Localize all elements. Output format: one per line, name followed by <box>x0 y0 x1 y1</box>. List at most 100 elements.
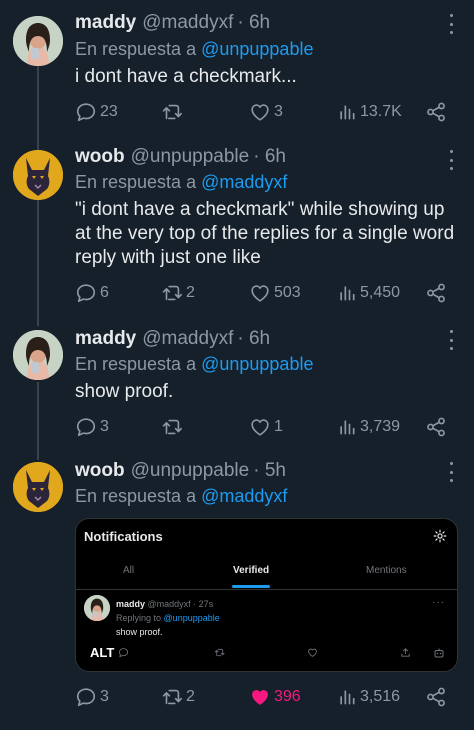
notifications-title: Notifications <box>84 529 163 544</box>
reply-context: En respuesta a @unpuppable <box>75 39 313 60</box>
views-icon <box>337 102 357 122</box>
reply-count: 3 <box>100 688 109 705</box>
share-icon <box>425 686 447 708</box>
like-button[interactable]: 396 <box>249 683 301 711</box>
like-button[interactable]: 1 <box>249 413 283 441</box>
reply-icon <box>118 647 129 658</box>
author-name[interactable]: woob <box>75 146 125 168</box>
view-count: 3,516 <box>360 688 401 705</box>
shot-handle: @maddyxf · 27s <box>147 599 214 609</box>
like-button[interactable]: 3 <box>249 98 283 126</box>
action-bar: 3 2 396 3,516 <box>75 683 455 711</box>
views-icon <box>337 283 357 303</box>
views-button[interactable]: 13.7K <box>337 98 402 126</box>
retweet-icon <box>161 416 183 438</box>
like-button[interactable]: 503 <box>249 279 301 307</box>
share-button[interactable] <box>425 413 447 441</box>
reply-mention[interactable]: @unpuppable <box>201 354 313 374</box>
like-count: 396 <box>274 688 301 705</box>
reply-button[interactable]: 23 <box>75 98 118 126</box>
heart-filled-icon <box>249 686 271 708</box>
more-icon[interactable] <box>448 150 454 170</box>
reply-label: En respuesta a <box>75 172 197 192</box>
reply-context: En respuesta a @maddyxf <box>75 172 287 193</box>
timestamp[interactable]: · 6h <box>253 146 286 168</box>
views-icon <box>337 417 357 437</box>
views-button[interactable]: 3,516 <box>337 683 400 711</box>
avatar[interactable] <box>13 150 63 200</box>
action-bar: 23 3 13.7K <box>75 98 455 126</box>
views-icon <box>337 687 357 707</box>
share-button[interactable] <box>425 279 447 307</box>
retweet-button[interactable] <box>161 413 183 441</box>
author-name[interactable]: woob <box>75 460 125 482</box>
action-bar: 3 1 3,739 <box>75 413 455 441</box>
heart-icon <box>249 416 271 438</box>
heart-icon <box>249 282 271 304</box>
more-icon[interactable] <box>448 330 454 350</box>
tweet[interactable]: maddy @maddyxf · 6h En respuesta a @unpu… <box>0 320 474 456</box>
retweet-icon <box>161 282 183 304</box>
tweet[interactable]: woob @unpuppable · 6h En respuesta a @ma… <box>0 140 474 320</box>
tab-mentions: Mentions <box>366 565 407 576</box>
retweet-count: 2 <box>186 284 195 301</box>
avatar <box>84 595 110 621</box>
like-count: 3 <box>274 103 283 120</box>
reply-button[interactable]: 3 <box>75 413 109 441</box>
reply-count: 6 <box>100 284 109 301</box>
author-handle[interactable]: @unpuppable <box>131 460 250 482</box>
view-count: 5,450 <box>360 284 401 301</box>
author-handle[interactable]: @maddyxf <box>142 12 233 34</box>
divider <box>76 589 457 590</box>
retweet-icon <box>161 101 183 123</box>
views-button[interactable]: 3,739 <box>337 413 400 441</box>
tab-verified: Verified <box>233 565 270 576</box>
reply-icon <box>75 416 97 438</box>
alt-badge[interactable]: ALT <box>90 645 114 660</box>
reply-context: En respuesta a @unpuppable <box>75 354 313 375</box>
avatar[interactable] <box>13 462 63 512</box>
gear-icon <box>433 529 447 543</box>
tweet[interactable]: maddy @maddyxf · 6h En respuesta a @unpu… <box>0 0 474 140</box>
reply-context: En respuesta a @maddyxf <box>75 486 287 507</box>
timestamp[interactable]: · 5h <box>253 460 286 482</box>
reply-mention[interactable]: @maddyxf <box>201 486 287 506</box>
retweet-button[interactable]: 2 <box>161 279 195 307</box>
timestamp[interactable]: · 6h <box>237 12 270 34</box>
avatar[interactable] <box>13 16 63 66</box>
like-count: 1 <box>274 418 283 435</box>
avatar[interactable] <box>13 330 63 380</box>
reply-icon <box>75 686 97 708</box>
reply-count: 3 <box>100 418 109 435</box>
like-count: 503 <box>274 284 301 301</box>
active-tab-indicator <box>232 585 270 588</box>
reply-mention[interactable]: @unpuppable <box>201 39 313 59</box>
tweet-text: show proof. <box>75 381 174 402</box>
author-name[interactable]: maddy <box>75 328 136 350</box>
more-icon[interactable] <box>448 462 454 482</box>
retweet-button[interactable] <box>161 98 183 126</box>
reply-button[interactable]: 6 <box>75 279 109 307</box>
views-button[interactable]: 5,450 <box>337 279 400 307</box>
tweet-header: maddy @maddyxf · 6h <box>75 328 270 352</box>
retweet-button[interactable]: 2 <box>161 683 195 711</box>
author-name[interactable]: maddy <box>75 12 136 34</box>
tweet-text: "i dont have a checkmark" while showing … <box>75 199 455 268</box>
timestamp[interactable]: · 6h <box>237 328 270 350</box>
author-handle[interactable]: @unpuppable <box>131 146 250 168</box>
attached-image[interactable]: Notifications All Verified Mentions madd… <box>75 518 458 672</box>
reply-label: En respuesta a <box>75 354 197 374</box>
tab-all: All <box>123 565 135 576</box>
reply-button[interactable]: 3 <box>75 683 109 711</box>
share-icon <box>425 282 447 304</box>
share-button[interactable] <box>425 683 447 711</box>
retweet-icon <box>161 686 183 708</box>
reply-mention[interactable]: @maddyxf <box>201 172 287 192</box>
shot-more-icon: ··· <box>432 597 445 608</box>
reply-label: En respuesta a <box>75 39 197 59</box>
share-button[interactable] <box>425 98 447 126</box>
tweet-text: i dont have a checkmark... <box>75 66 297 87</box>
upload-icon <box>401 648 410 657</box>
author-handle[interactable]: @maddyxf <box>142 328 233 350</box>
more-icon[interactable] <box>448 14 454 34</box>
